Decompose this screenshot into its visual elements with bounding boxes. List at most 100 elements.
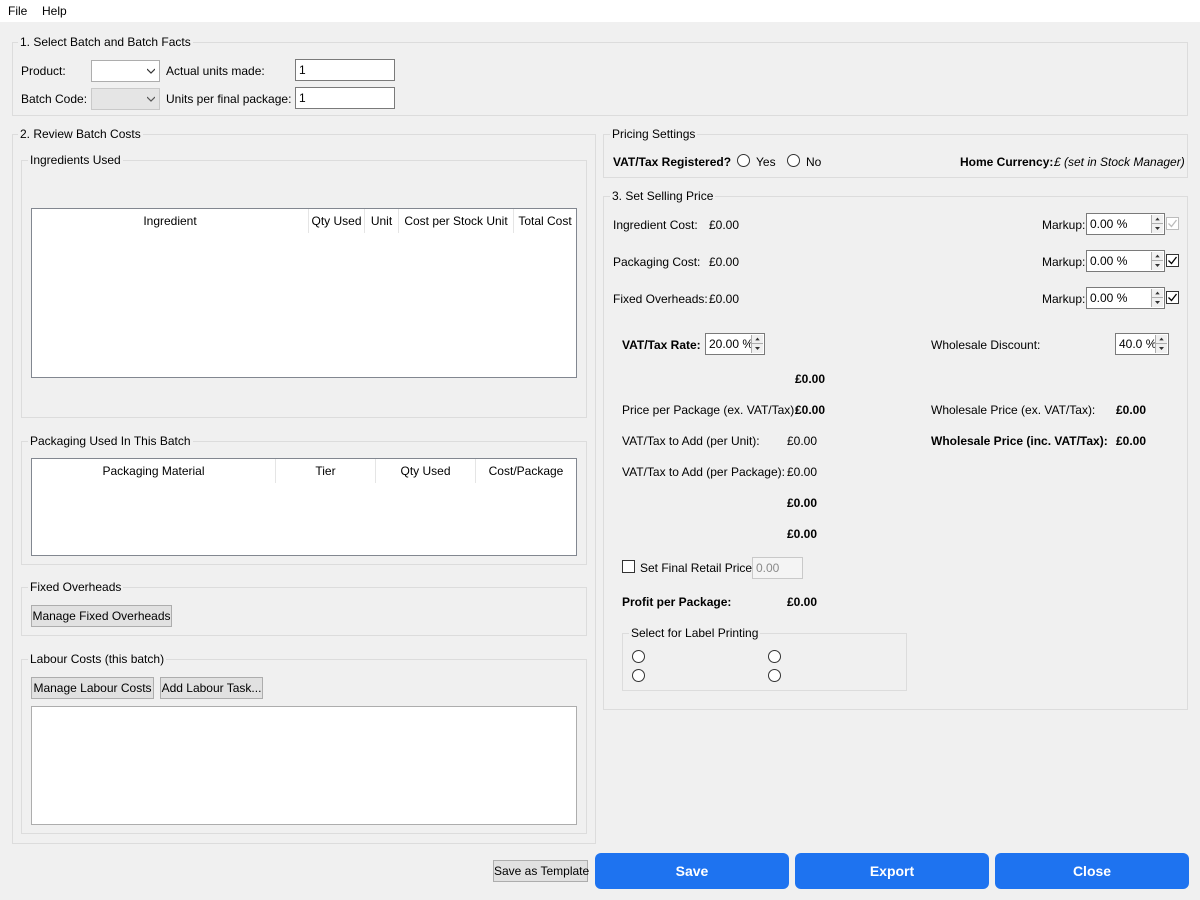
markup-packaging-value: 0.00 % [1090, 254, 1128, 268]
label-printing-group [622, 633, 907, 691]
selling-group-title: 3. Set Selling Price [610, 189, 716, 203]
label-option-radio[interactable] [632, 669, 645, 682]
final-retail-checkbox[interactable] [622, 560, 635, 573]
batch-code-label: Batch Code: [21, 92, 88, 106]
spin-up-icon[interactable] [1152, 289, 1163, 298]
check-icon [1168, 219, 1178, 228]
price-per-package-label: Price per Package (ex. VAT/Tax): [622, 403, 798, 417]
ingredient-cost-value: £0.00 [709, 218, 740, 232]
batch-group-title: 1. Select Batch and Batch Facts [18, 35, 193, 49]
subtotal-value: £0.00 [795, 372, 826, 386]
packaging-cost-label: Packaging Cost: [613, 255, 701, 269]
review-group-title: 2. Review Batch Costs [18, 127, 143, 141]
wholesale-ex-label: Wholesale Price (ex. VAT/Tax): [931, 403, 1096, 417]
packaging-table[interactable]: Packaging Material Tier Qty Used Cost/Pa… [31, 458, 577, 556]
wholesale-discount-value: 40.0 % [1119, 337, 1157, 351]
col-cost-per-stock-unit[interactable]: Cost per Stock Unit [399, 209, 514, 233]
wholesale-discount-spinbox[interactable]: 40.0 % [1115, 333, 1169, 355]
markup-packaging-label: Markup: [1042, 255, 1086, 269]
label-option-radio[interactable] [768, 669, 781, 682]
spin-down-icon[interactable] [1152, 298, 1163, 307]
home-currency-value: £ (set in Stock Manager) [1054, 155, 1185, 169]
menu-file[interactable]: File [8, 4, 27, 18]
chevron-down-icon [147, 68, 155, 74]
markup-ingredient-checkbox[interactable] [1166, 217, 1179, 230]
markup-packaging-checkbox[interactable] [1166, 254, 1179, 267]
actual-units-label: Actual units made: [166, 64, 265, 78]
manage-labour-costs-button[interactable]: Manage Labour Costs [31, 677, 154, 699]
markup-fixed-value: 0.00 % [1090, 291, 1128, 305]
markup-ingredient-spinbox[interactable]: 0.00 % [1086, 213, 1165, 235]
total-value-2: £0.00 [787, 527, 818, 541]
col-qty-used[interactable]: Qty Used [309, 209, 365, 233]
wholesale-inc-label: Wholesale Price (inc. VAT/Tax): [931, 434, 1108, 448]
fixed-overheads-value: £0.00 [709, 292, 740, 306]
product-select[interactable] [91, 60, 160, 82]
vat-no-label[interactable]: No [806, 155, 821, 169]
check-icon [1168, 256, 1178, 265]
menu-help[interactable]: Help [42, 4, 67, 18]
save-button[interactable]: Save [595, 853, 789, 889]
vat-no-radio[interactable] [787, 154, 800, 167]
vat-rate-value: 20.00 % [709, 337, 754, 351]
vat-per-package-value: £0.00 [787, 465, 818, 479]
col-tier[interactable]: Tier [276, 459, 376, 483]
vat-yes-radio[interactable] [737, 154, 750, 167]
spin-down-icon[interactable] [1152, 261, 1163, 270]
fixed-overheads-label: Fixed Overheads: [613, 292, 708, 306]
markup-packaging-spinbox[interactable]: 0.00 % [1086, 250, 1165, 272]
chevron-down-icon [147, 96, 155, 102]
col-unit[interactable]: Unit [365, 209, 399, 233]
save-as-template-button[interactable]: Save as Template [493, 860, 589, 882]
manage-fixed-overheads-button[interactable]: Manage Fixed Overheads [31, 605, 172, 627]
markup-fixed-spinbox[interactable]: 0.00 % [1086, 287, 1165, 309]
units-per-package-input[interactable]: 1 [295, 87, 395, 109]
spin-up-icon[interactable] [1156, 335, 1167, 344]
vat-per-unit-value: £0.00 [787, 434, 818, 448]
final-retail-label[interactable]: Set Final Retail Price: [640, 561, 755, 575]
vat-per-package-label: VAT/Tax to Add (per Package): [622, 465, 785, 479]
label-option-radio[interactable] [632, 650, 645, 663]
close-button[interactable]: Close [995, 853, 1189, 889]
wholesale-discount-label: Wholesale Discount: [931, 338, 1041, 352]
export-button[interactable]: Export [795, 853, 989, 889]
batch-code-select[interactable] [91, 88, 160, 110]
col-ingredient[interactable]: Ingredient [32, 209, 309, 233]
spin-down-icon[interactable] [1152, 224, 1163, 233]
profit-value: £0.00 [787, 595, 818, 609]
profit-label: Profit per Package: [622, 595, 732, 609]
col-packaging-material[interactable]: Packaging Material [32, 459, 276, 483]
ingredient-cost-label: Ingredient Cost: [613, 218, 698, 232]
packaging-cost-value: £0.00 [709, 255, 740, 269]
units-per-package-label: Units per final package: [166, 92, 292, 106]
spin-up-icon[interactable] [752, 335, 763, 344]
home-currency-label: Home Currency: [960, 155, 1054, 169]
spin-up-icon[interactable] [1152, 252, 1163, 261]
vat-yes-label[interactable]: Yes [756, 155, 776, 169]
spin-up-icon[interactable] [1152, 215, 1163, 224]
label-option-radio[interactable] [768, 650, 781, 663]
markup-fixed-checkbox[interactable] [1166, 291, 1179, 304]
price-per-package-value: £0.00 [795, 403, 826, 417]
labour-tasks-list[interactable] [31, 706, 577, 825]
ingredients-table[interactable]: Ingredient Qty Used Unit Cost per Stock … [31, 208, 577, 378]
add-labour-task-button[interactable]: Add Labour Task... [160, 677, 263, 699]
actual-units-input[interactable]: 1 [295, 59, 395, 81]
vat-registered-label: VAT/Tax Registered? [613, 155, 732, 169]
vat-rate-spinbox[interactable]: 20.00 % [705, 333, 765, 355]
ingredients-group-title: Ingredients Used [28, 153, 123, 167]
col-cost-per-package[interactable]: Cost/Package [476, 459, 576, 483]
total-value-1: £0.00 [787, 496, 818, 510]
spin-down-icon[interactable] [752, 344, 763, 353]
spin-down-icon[interactable] [1156, 344, 1167, 353]
markup-ingredient-label: Markup: [1042, 218, 1086, 232]
col-total-cost[interactable]: Total Cost [514, 209, 576, 233]
wholesale-ex-value: £0.00 [1116, 403, 1147, 417]
final-retail-input[interactable]: 0.00 [752, 557, 803, 579]
vat-per-unit-label: VAT/Tax to Add (per Unit): [622, 434, 760, 448]
markup-ingredient-value: 0.00 % [1090, 217, 1128, 231]
col-packaging-qty-used[interactable]: Qty Used [376, 459, 476, 483]
label-printing-group-title: Select for Label Printing [629, 626, 761, 640]
labour-group-title: Labour Costs (this batch) [28, 652, 167, 666]
packaging-group-title: Packaging Used In This Batch [28, 434, 193, 448]
